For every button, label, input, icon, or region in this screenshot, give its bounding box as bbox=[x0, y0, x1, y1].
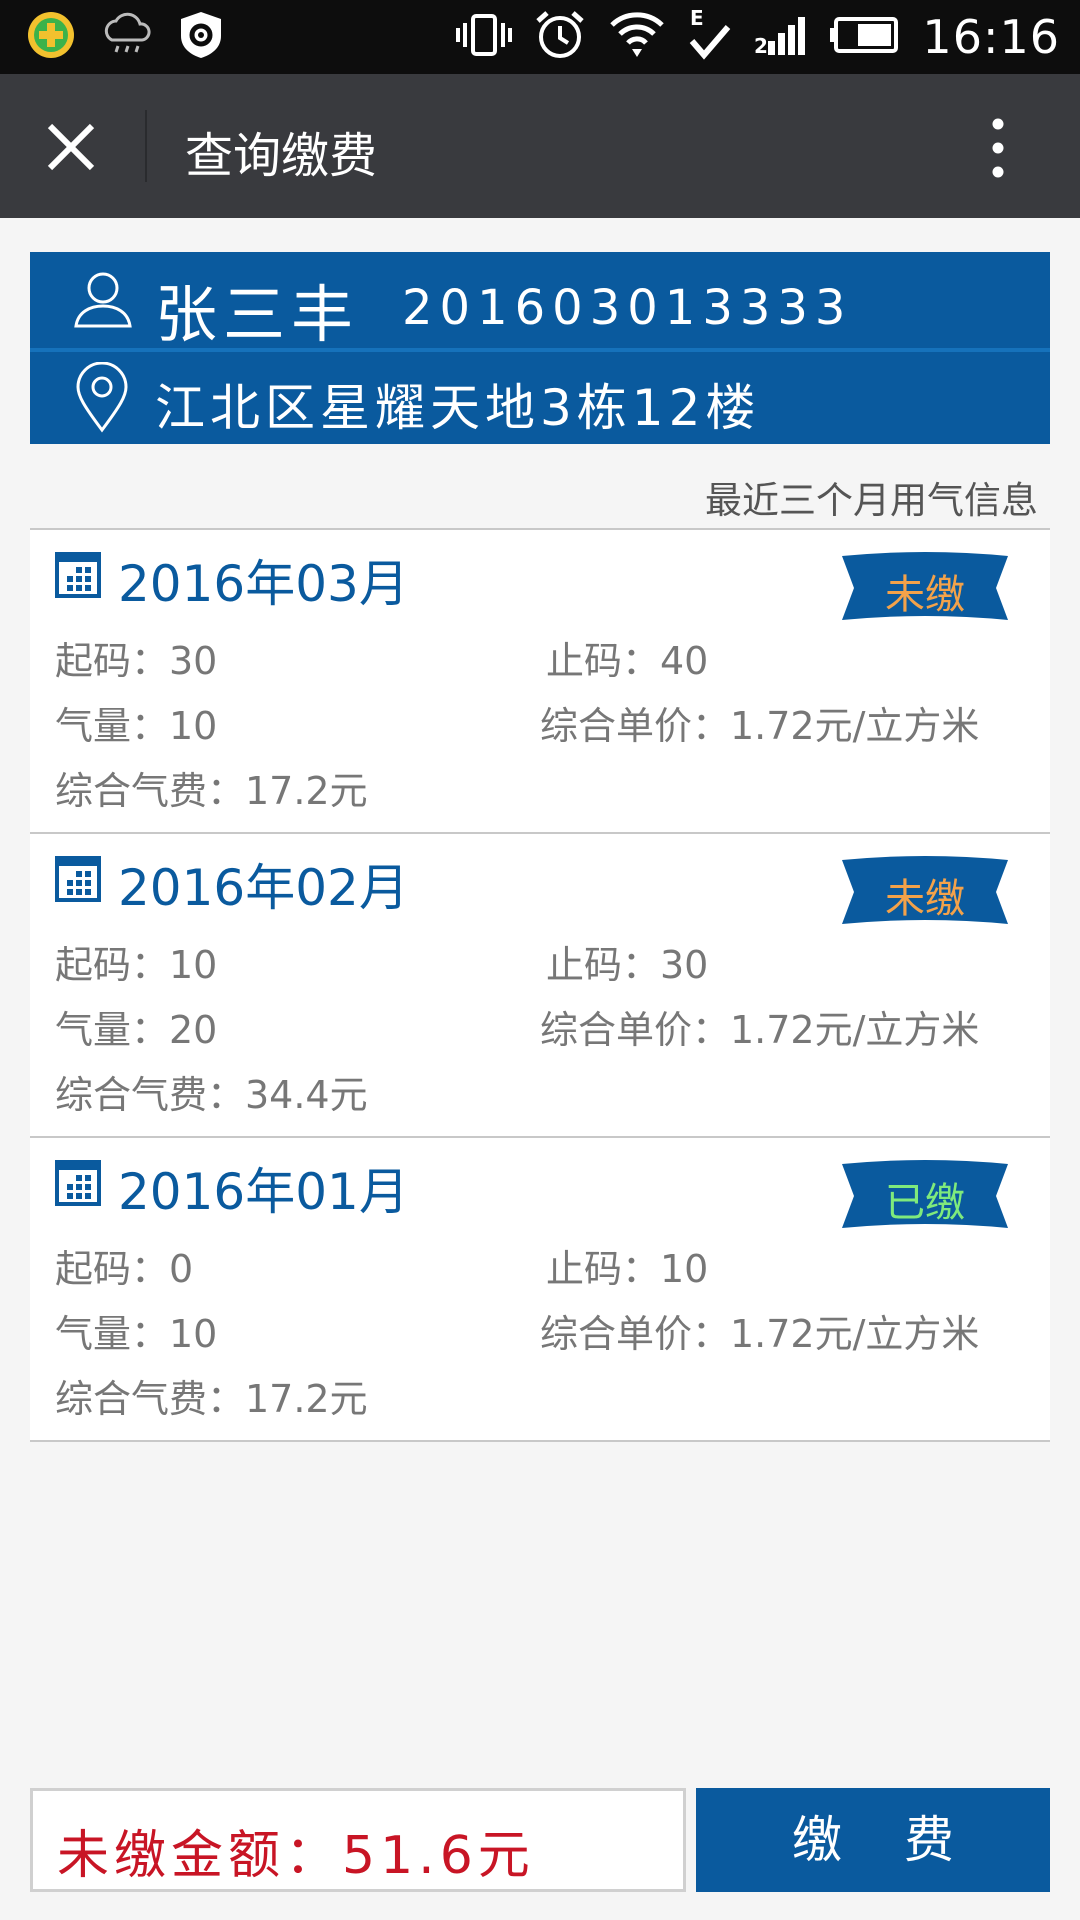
unpaid-amount-box: 未缴金额：51.6元 bbox=[30, 1788, 686, 1892]
payment-status-text: 未缴 bbox=[885, 876, 965, 922]
page-title: 查询缴费 bbox=[185, 128, 378, 184]
battery-icon bbox=[830, 15, 900, 59]
end-reading: 止码：40 bbox=[546, 639, 709, 683]
payment-status-text: 已缴 bbox=[885, 1180, 965, 1226]
shield-gear-icon bbox=[178, 10, 224, 64]
account-number: 201603013333 bbox=[402, 280, 853, 336]
record-month: 2016年03月 bbox=[118, 555, 409, 613]
gas-volume: 气量：10 bbox=[55, 704, 218, 748]
end-reading: 止码：10 bbox=[546, 1247, 709, 1291]
user-info-card: 张三丰 201603013333 江北区星耀天地3栋12楼 bbox=[30, 252, 1050, 444]
total-fee: 综合气费：34.4元 bbox=[55, 1073, 368, 1117]
signal-icon: 2 bbox=[754, 13, 808, 61]
alarm-icon bbox=[534, 9, 586, 65]
usage-record-list: 2016年03月 未缴 起码：30 止码：40 气量：10 综合单价：1.72元… bbox=[30, 530, 1050, 1442]
total-fee: 综合气费：17.2元 bbox=[55, 1377, 368, 1421]
weather-cloud-icon bbox=[102, 12, 152, 62]
usage-record[interactable]: 2016年01月 已缴 起码：0 止码：10 气量：10 综合单价：1.72元/… bbox=[30, 1138, 1050, 1442]
record-month: 2016年01月 bbox=[118, 1163, 409, 1221]
calendar-icon bbox=[55, 552, 101, 598]
vibrate-icon bbox=[456, 13, 513, 61]
payment-status-badge: 未缴 bbox=[842, 552, 1008, 624]
unit-price: 综合单价：1.72元/立方米 bbox=[540, 704, 980, 748]
start-reading: 起码：0 bbox=[55, 1247, 194, 1291]
unit-price: 综合单价：1.72元/立方米 bbox=[540, 1008, 980, 1052]
unit-price: 综合单价：1.72元/立方米 bbox=[540, 1312, 980, 1356]
calendar-icon bbox=[55, 856, 101, 902]
more-vertical-icon[interactable] bbox=[978, 114, 1018, 182]
start-reading: 起码：10 bbox=[55, 943, 218, 987]
gas-volume: 气量：10 bbox=[55, 1312, 218, 1356]
person-icon bbox=[72, 268, 134, 330]
title-bar: 查询缴费 bbox=[0, 74, 1080, 218]
user-address: 江北区星耀天地3栋12楼 bbox=[155, 379, 761, 437]
status-bar: E 2 16:16 bbox=[0, 0, 1080, 74]
payment-status-badge: 已缴 bbox=[842, 1160, 1008, 1232]
title-divider bbox=[145, 110, 147, 182]
user-name: 张三丰 bbox=[155, 278, 360, 351]
360-security-icon bbox=[26, 10, 76, 64]
payment-status-badge: 未缴 bbox=[842, 856, 1008, 928]
user-name-row: 张三丰 201603013333 bbox=[30, 252, 1050, 351]
wifi-icon bbox=[608, 9, 666, 65]
pay-button[interactable]: 缴费 bbox=[696, 1788, 1050, 1892]
svg-text:E: E bbox=[690, 7, 704, 30]
location-pin-icon bbox=[74, 361, 130, 434]
edge-data-icon: E bbox=[688, 6, 732, 67]
calendar-icon bbox=[55, 1160, 101, 1206]
usage-record[interactable]: 2016年02月 未缴 起码：10 止码：30 气量：20 综合单价：1.72元… bbox=[30, 834, 1050, 1138]
close-icon[interactable] bbox=[40, 116, 102, 178]
clock-time: 16:16 bbox=[922, 10, 1060, 64]
gas-volume: 气量：20 bbox=[55, 1008, 218, 1052]
record-month: 2016年02月 bbox=[118, 859, 409, 917]
total-fee: 综合气费：17.2元 bbox=[55, 769, 368, 813]
svg-text:2: 2 bbox=[754, 34, 768, 57]
start-reading: 起码：30 bbox=[55, 639, 218, 683]
payment-status-text: 未缴 bbox=[885, 572, 965, 618]
usage-record[interactable]: 2016年03月 未缴 起码：30 止码：40 气量：10 综合单价：1.72元… bbox=[30, 530, 1050, 834]
unpaid-amount: 未缴金额：51.6元 bbox=[57, 1826, 535, 1886]
end-reading: 止码：30 bbox=[546, 943, 709, 987]
user-address-row: 江北区星耀天地3栋12楼 bbox=[30, 352, 1050, 444]
recent-usage-label: 最近三个月用气信息 bbox=[705, 479, 1038, 522]
